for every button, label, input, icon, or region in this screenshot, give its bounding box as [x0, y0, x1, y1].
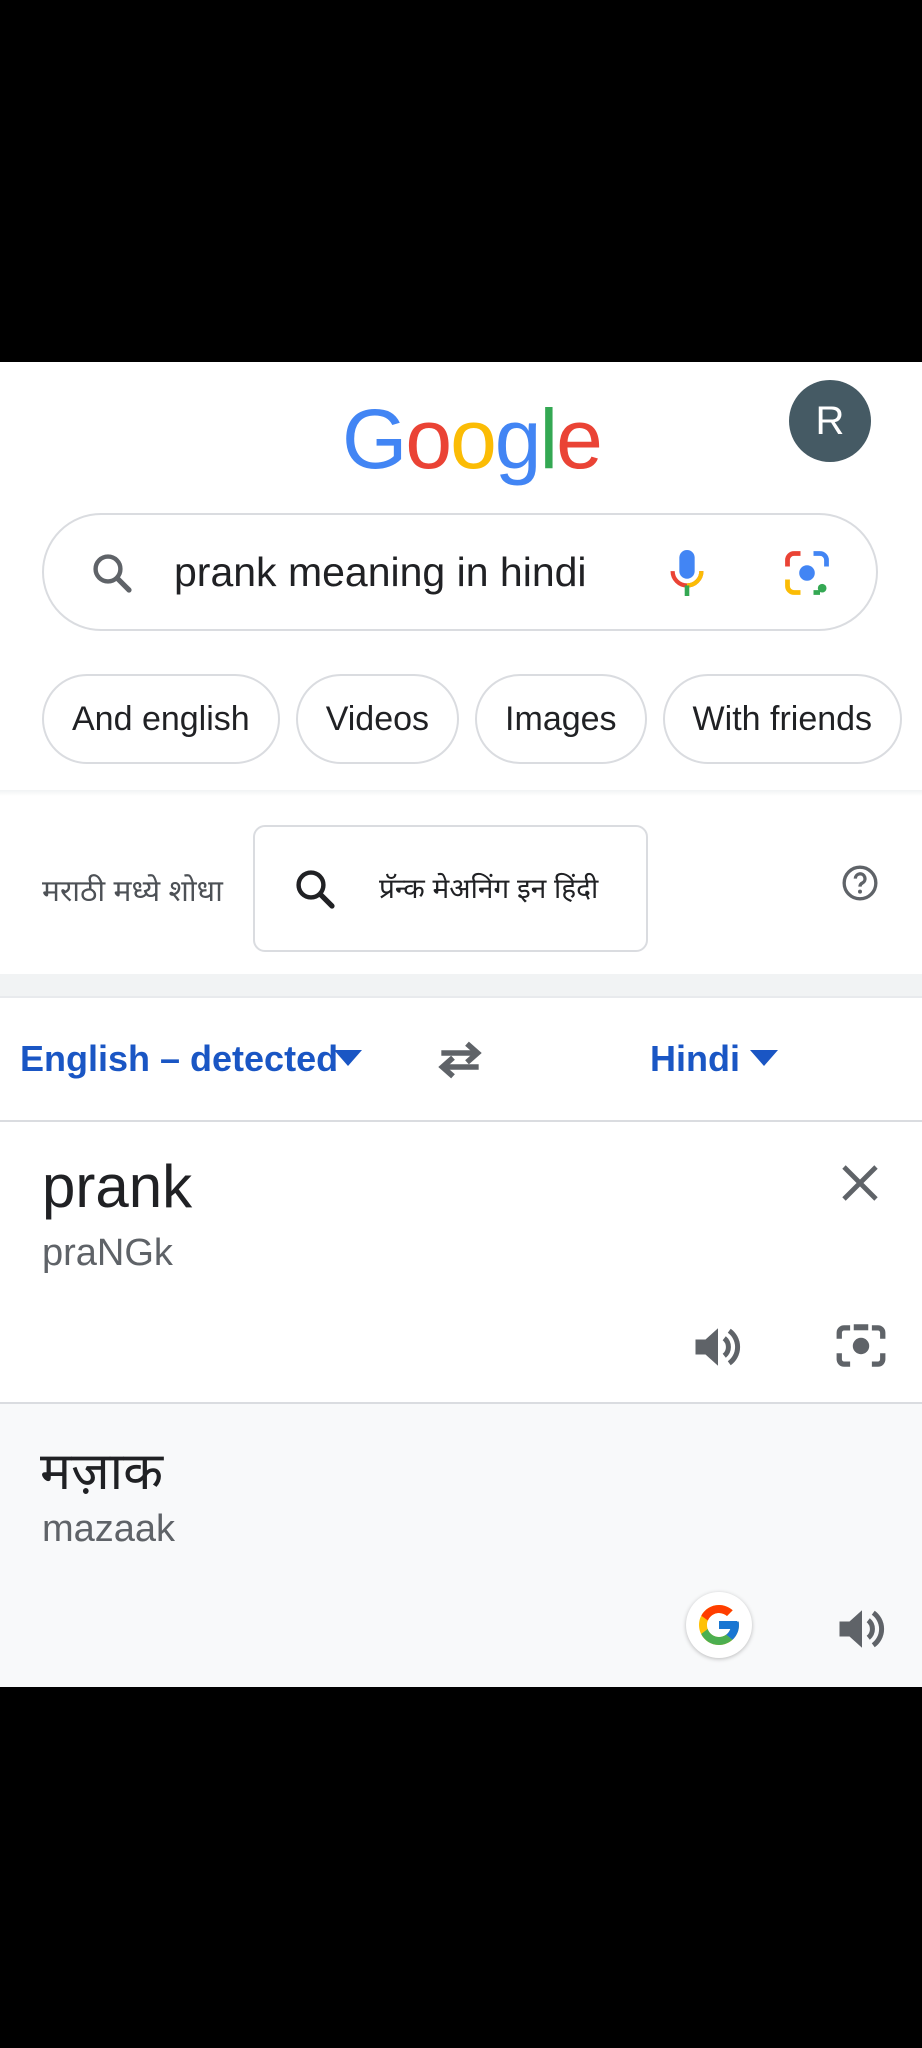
target-language-selector[interactable]: Hindi — [650, 1038, 740, 1080]
source-language-selector[interactable]: English – detected — [20, 1038, 338, 1080]
caret-down-icon[interactable] — [750, 1050, 778, 1071]
marathi-search-button[interactable]: प्रॅन्क मेअनिंग इन हिंदी — [253, 825, 648, 952]
search-bar[interactable]: prank meaning in hindi — [42, 513, 878, 631]
source-text[interactable]: prank — [42, 1152, 192, 1221]
swap-languages-icon[interactable] — [432, 1032, 488, 1093]
mic-icon[interactable] — [664, 545, 710, 606]
chip-videos[interactable]: Videos — [295, 674, 460, 764]
logo-letter: l — [539, 392, 559, 486]
translation-result: मज़ाक mazaak — [0, 1402, 922, 1687]
camera-icon[interactable] — [832, 1317, 890, 1380]
speaker-icon[interactable] — [832, 1599, 892, 1664]
header-divider — [0, 790, 922, 796]
search-icon — [291, 865, 339, 918]
search-query[interactable]: prank meaning in hindi — [174, 549, 587, 596]
logo-letter: o — [405, 392, 452, 486]
caret-down-icon[interactable] — [334, 1050, 362, 1071]
chip-with-friends[interactable]: With friends — [662, 674, 903, 764]
search-icon — [88, 549, 136, 602]
google-g-icon[interactable] — [686, 1592, 752, 1658]
logo-letter: g — [494, 392, 542, 486]
logo-letter: o — [450, 392, 497, 486]
google-logo[interactable]: Google — [342, 392, 603, 486]
suggestion-chips: And english Videos Images With friends — [42, 674, 903, 764]
translated-text: मज़ाक — [40, 1443, 164, 1501]
speaker-icon[interactable] — [688, 1317, 748, 1382]
marathi-query: प्रॅन्क मेअनिंग इन हिंदी — [379, 873, 599, 904]
close-icon[interactable] — [836, 1159, 884, 1212]
chip-images[interactable]: Images — [475, 674, 647, 764]
section-separator — [0, 974, 922, 996]
search-results-screen: Google R prank meaning in hindi And engl… — [0, 362, 922, 1687]
marathi-search-label: मराठी मध्ये शोधा — [42, 875, 223, 908]
translated-transliteration: mazaak — [42, 1508, 176, 1550]
logo-letter: e — [556, 392, 603, 486]
source-transliteration: praNGk — [42, 1232, 173, 1274]
language-bar: English – detected Hindi — [0, 996, 922, 1122]
logo-letter: G — [342, 392, 407, 486]
account-avatar[interactable]: R — [789, 380, 871, 462]
help-icon[interactable] — [840, 863, 880, 908]
chip-and-english[interactable]: And english — [42, 674, 280, 764]
google-lens-icon[interactable] — [781, 547, 833, 604]
